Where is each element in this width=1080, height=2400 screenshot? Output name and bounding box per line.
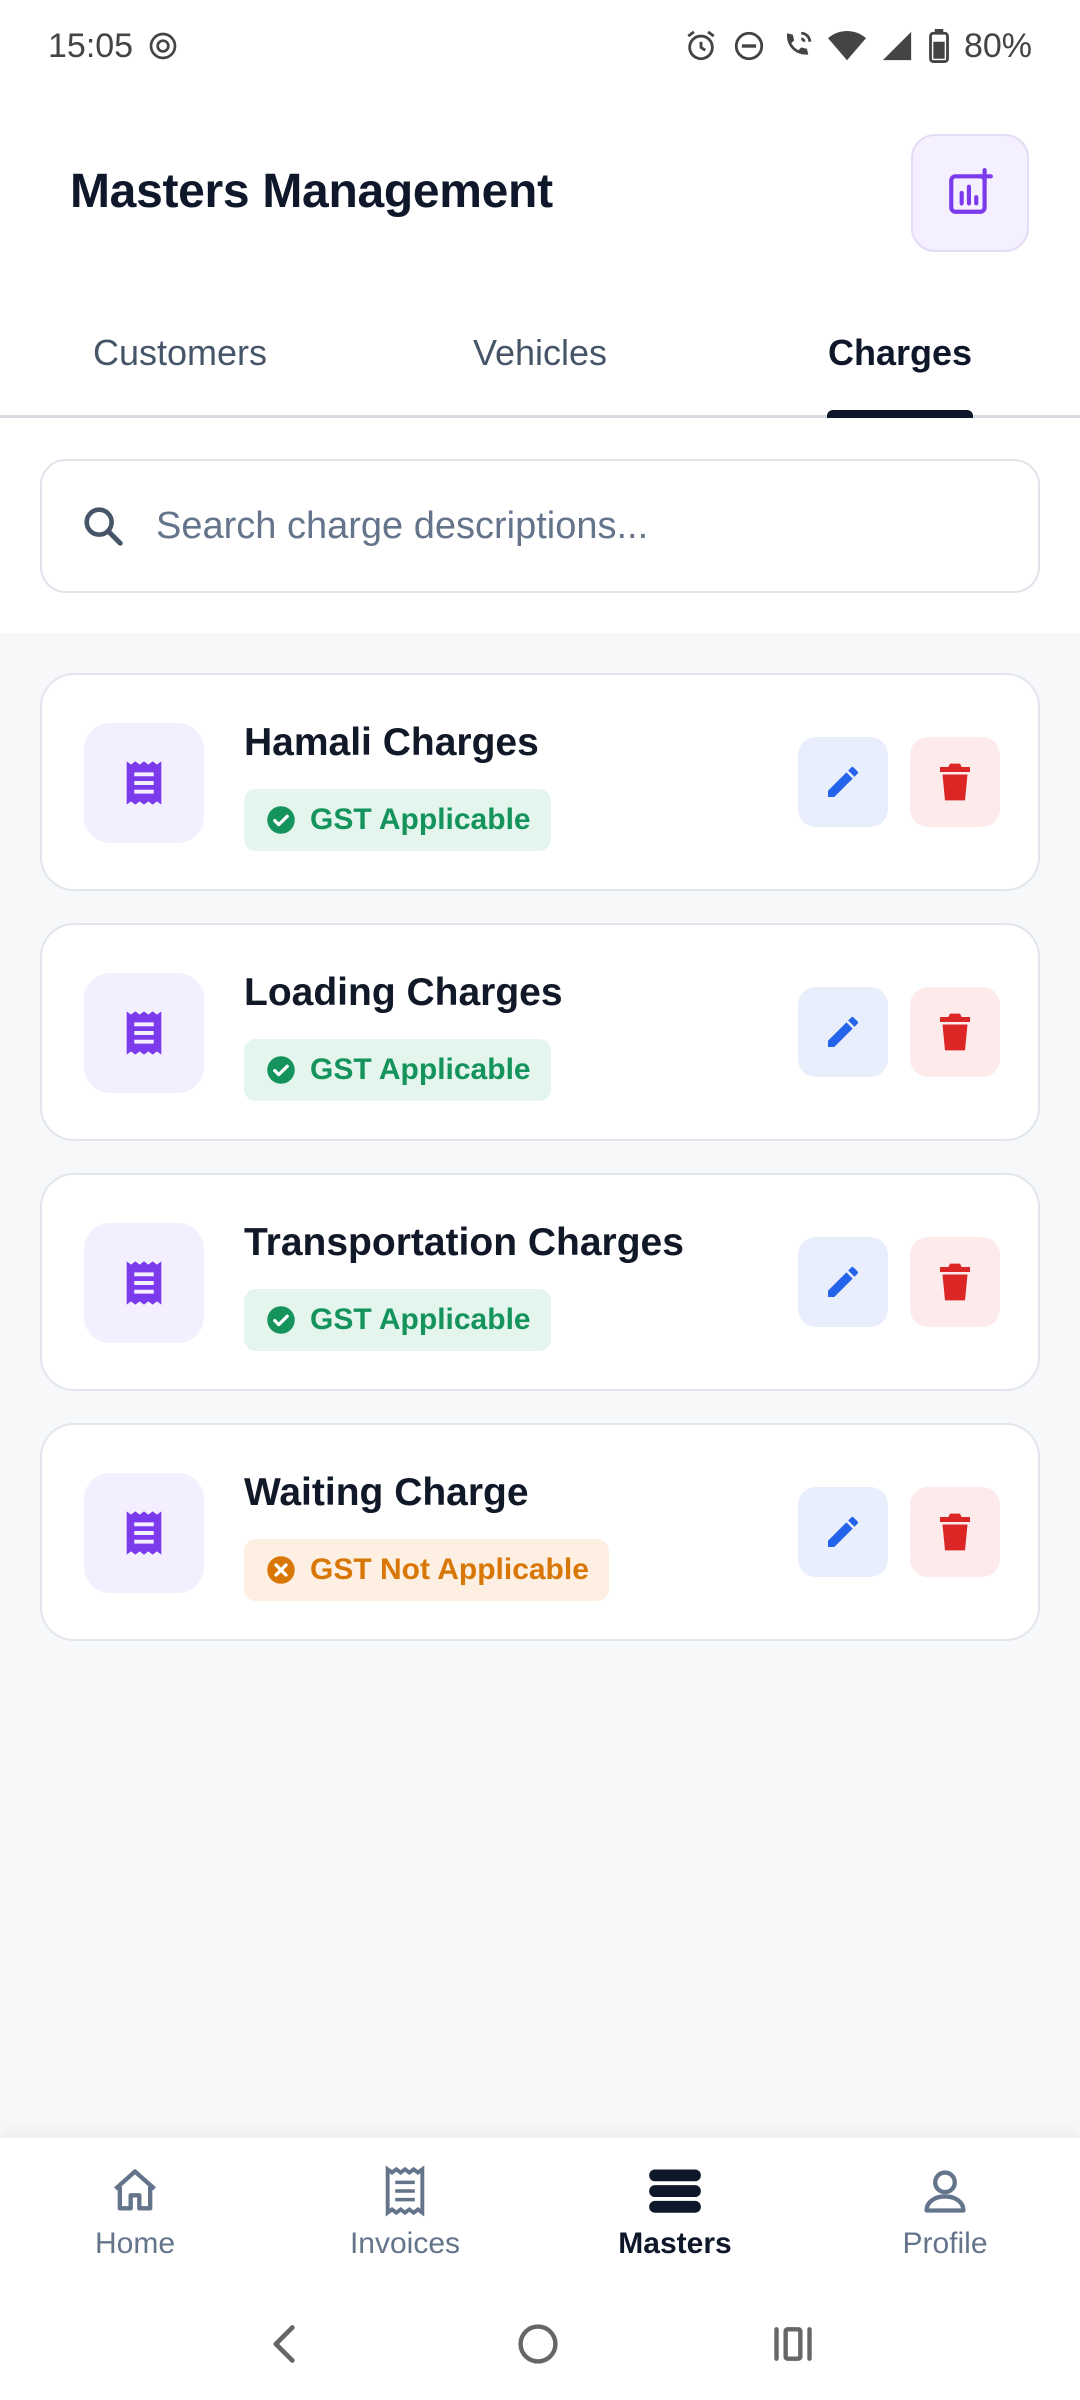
edit-icon bbox=[828, 1516, 858, 1547]
gst-label: GST Applicable bbox=[310, 1303, 531, 1336]
edit-button[interactable] bbox=[798, 1487, 888, 1577]
trash-icon bbox=[940, 1013, 970, 1051]
gst-badge: GST Applicable bbox=[244, 789, 551, 851]
dnd-icon bbox=[734, 31, 764, 61]
home-icon bbox=[114, 2169, 156, 2211]
cancel-circle-icon bbox=[266, 1555, 296, 1585]
tab-charges[interactable]: Charges bbox=[720, 296, 1080, 415]
charge-name: Hamali Charges bbox=[244, 721, 539, 764]
nav-profile-label: Profile bbox=[902, 2227, 988, 2260]
person-icon bbox=[924, 2170, 966, 2213]
delete-button[interactable] bbox=[910, 737, 1000, 827]
delete-button[interactable] bbox=[910, 1237, 1000, 1327]
battery-icon bbox=[929, 29, 949, 63]
charge-card[interactable]: Loading Charges GST Applicable bbox=[40, 923, 1040, 1141]
charges-list: Hamali Charges GST Applicable Loading Ch… bbox=[0, 633, 1080, 2138]
signal-icon bbox=[882, 31, 912, 61]
battery-level: 80% bbox=[963, 26, 1032, 65]
edit-button[interactable] bbox=[798, 737, 888, 827]
edit-icon bbox=[828, 766, 858, 797]
charge-icon-container bbox=[84, 723, 204, 843]
charge-icon-container bbox=[84, 1223, 204, 1343]
nav-masters-label: Masters bbox=[618, 2227, 732, 2260]
trash-icon bbox=[940, 1263, 970, 1301]
alarm-icon bbox=[687, 30, 715, 61]
trash-icon bbox=[940, 763, 970, 801]
edit-icon bbox=[828, 1266, 858, 1297]
trash-icon bbox=[940, 1513, 970, 1551]
receipt-icon bbox=[126, 761, 162, 805]
edit-button[interactable] bbox=[798, 1237, 888, 1327]
tab-bar: Customers Vehicles Charges bbox=[0, 296, 1080, 418]
at-icon bbox=[149, 32, 177, 60]
charge-icon-container bbox=[84, 973, 204, 1093]
status-bar: 15:05 80% bbox=[0, 0, 1080, 92]
charge-name: Transportation Charges bbox=[244, 1221, 684, 1264]
wifi-calling-icon bbox=[786, 31, 812, 55]
nav-invoices-label: Invoices bbox=[349, 2227, 461, 2260]
app-header: Masters Management bbox=[0, 92, 1080, 296]
search-box[interactable] bbox=[40, 459, 1040, 593]
home-circle-icon[interactable] bbox=[516, 2322, 560, 2366]
gst-badge: GST Not Applicable bbox=[244, 1539, 609, 1601]
charge-icon-container bbox=[84, 1473, 204, 1593]
database-icon bbox=[649, 2169, 701, 2213]
nav-home[interactable]: Home bbox=[0, 2138, 270, 2288]
nav-invoices[interactable]: Invoices bbox=[270, 2138, 540, 2288]
gst-label: GST Applicable bbox=[310, 803, 531, 836]
add-report-button[interactable] bbox=[911, 134, 1029, 252]
nav-masters[interactable]: Masters bbox=[540, 2138, 810, 2288]
gst-label: GST Not Applicable bbox=[310, 1553, 589, 1586]
receipt-icon bbox=[385, 2165, 425, 2217]
search-icon bbox=[84, 507, 123, 546]
check-circle-icon bbox=[266, 1305, 296, 1335]
search-input[interactable] bbox=[156, 504, 956, 548]
receipt-icon bbox=[126, 1261, 162, 1305]
charge-name: Loading Charges bbox=[244, 971, 563, 1014]
bottom-nav: Home Invoices Masters Profile bbox=[0, 2138, 1080, 2288]
receipt-icon bbox=[126, 1011, 162, 1055]
charge-card[interactable]: Hamali Charges GST Applicable bbox=[40, 673, 1040, 891]
nav-home-label: Home bbox=[94, 2227, 176, 2260]
edit-button[interactable] bbox=[798, 987, 888, 1077]
charge-card[interactable]: Waiting Charge GST Not Applicable bbox=[40, 1423, 1040, 1641]
nav-profile[interactable]: Profile bbox=[810, 2138, 1080, 2288]
gst-label: GST Applicable bbox=[310, 1053, 531, 1086]
tab-customers[interactable]: Customers bbox=[0, 296, 360, 415]
charge-name: Waiting Charge bbox=[244, 1471, 529, 1514]
search-section bbox=[0, 421, 1080, 633]
system-nav-bar bbox=[0, 2288, 1080, 2400]
charge-card[interactable]: Transportation Charges GST Applicable bbox=[40, 1173, 1040, 1391]
page-title: Masters Management bbox=[70, 165, 553, 218]
wifi-icon bbox=[827, 30, 866, 61]
back-icon[interactable] bbox=[265, 2322, 305, 2366]
recents-icon[interactable] bbox=[771, 2322, 815, 2366]
delete-button[interactable] bbox=[910, 1487, 1000, 1577]
report-add-icon bbox=[949, 168, 993, 214]
tab-vehicles[interactable]: Vehicles bbox=[360, 296, 720, 415]
gst-badge: GST Applicable bbox=[244, 1039, 551, 1101]
check-circle-icon bbox=[266, 1055, 296, 1085]
check-circle-icon bbox=[266, 805, 296, 835]
edit-icon bbox=[828, 1016, 858, 1047]
receipt-icon bbox=[126, 1511, 162, 1555]
delete-button[interactable] bbox=[910, 987, 1000, 1077]
gst-badge: GST Applicable bbox=[244, 1289, 551, 1351]
status-time: 15:05 bbox=[48, 26, 134, 65]
